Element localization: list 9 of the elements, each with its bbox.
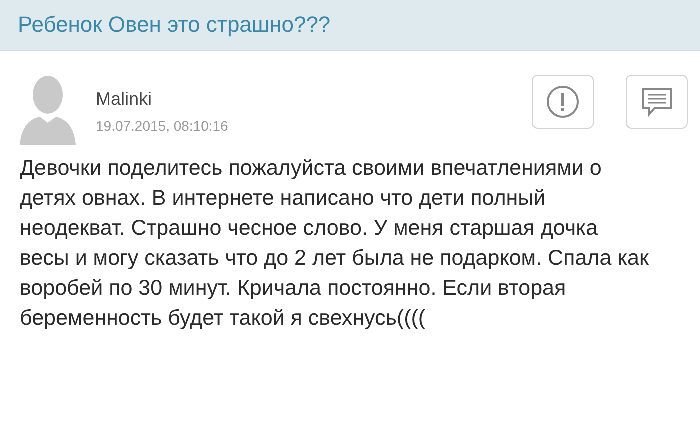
exclamation-icon xyxy=(546,85,580,119)
comment-icon xyxy=(641,87,673,117)
report-button[interactable] xyxy=(532,75,594,129)
post-text: Девочки поделитесь пожалуйста своими впечатлениями о детях овнах. В интернете написано что дети полный неодекват. Страшно чесное слово. У меня старшая дочка весы и могу сказать что до 2 лет была не подарком. Спала как воробей по 30 минут. Кричала постоянно. Если вторая беременность будет такой я свехнусь(((( xyxy=(20,155,650,332)
avatar-icon xyxy=(18,73,78,145)
reply-button[interactable] xyxy=(626,75,688,129)
author-name[interactable]: Malinki xyxy=(96,89,514,110)
post-date: 19.07.2015, 08:10:16 xyxy=(96,118,230,134)
topic-title: Ребенок Овен это страшно??? xyxy=(18,12,331,38)
